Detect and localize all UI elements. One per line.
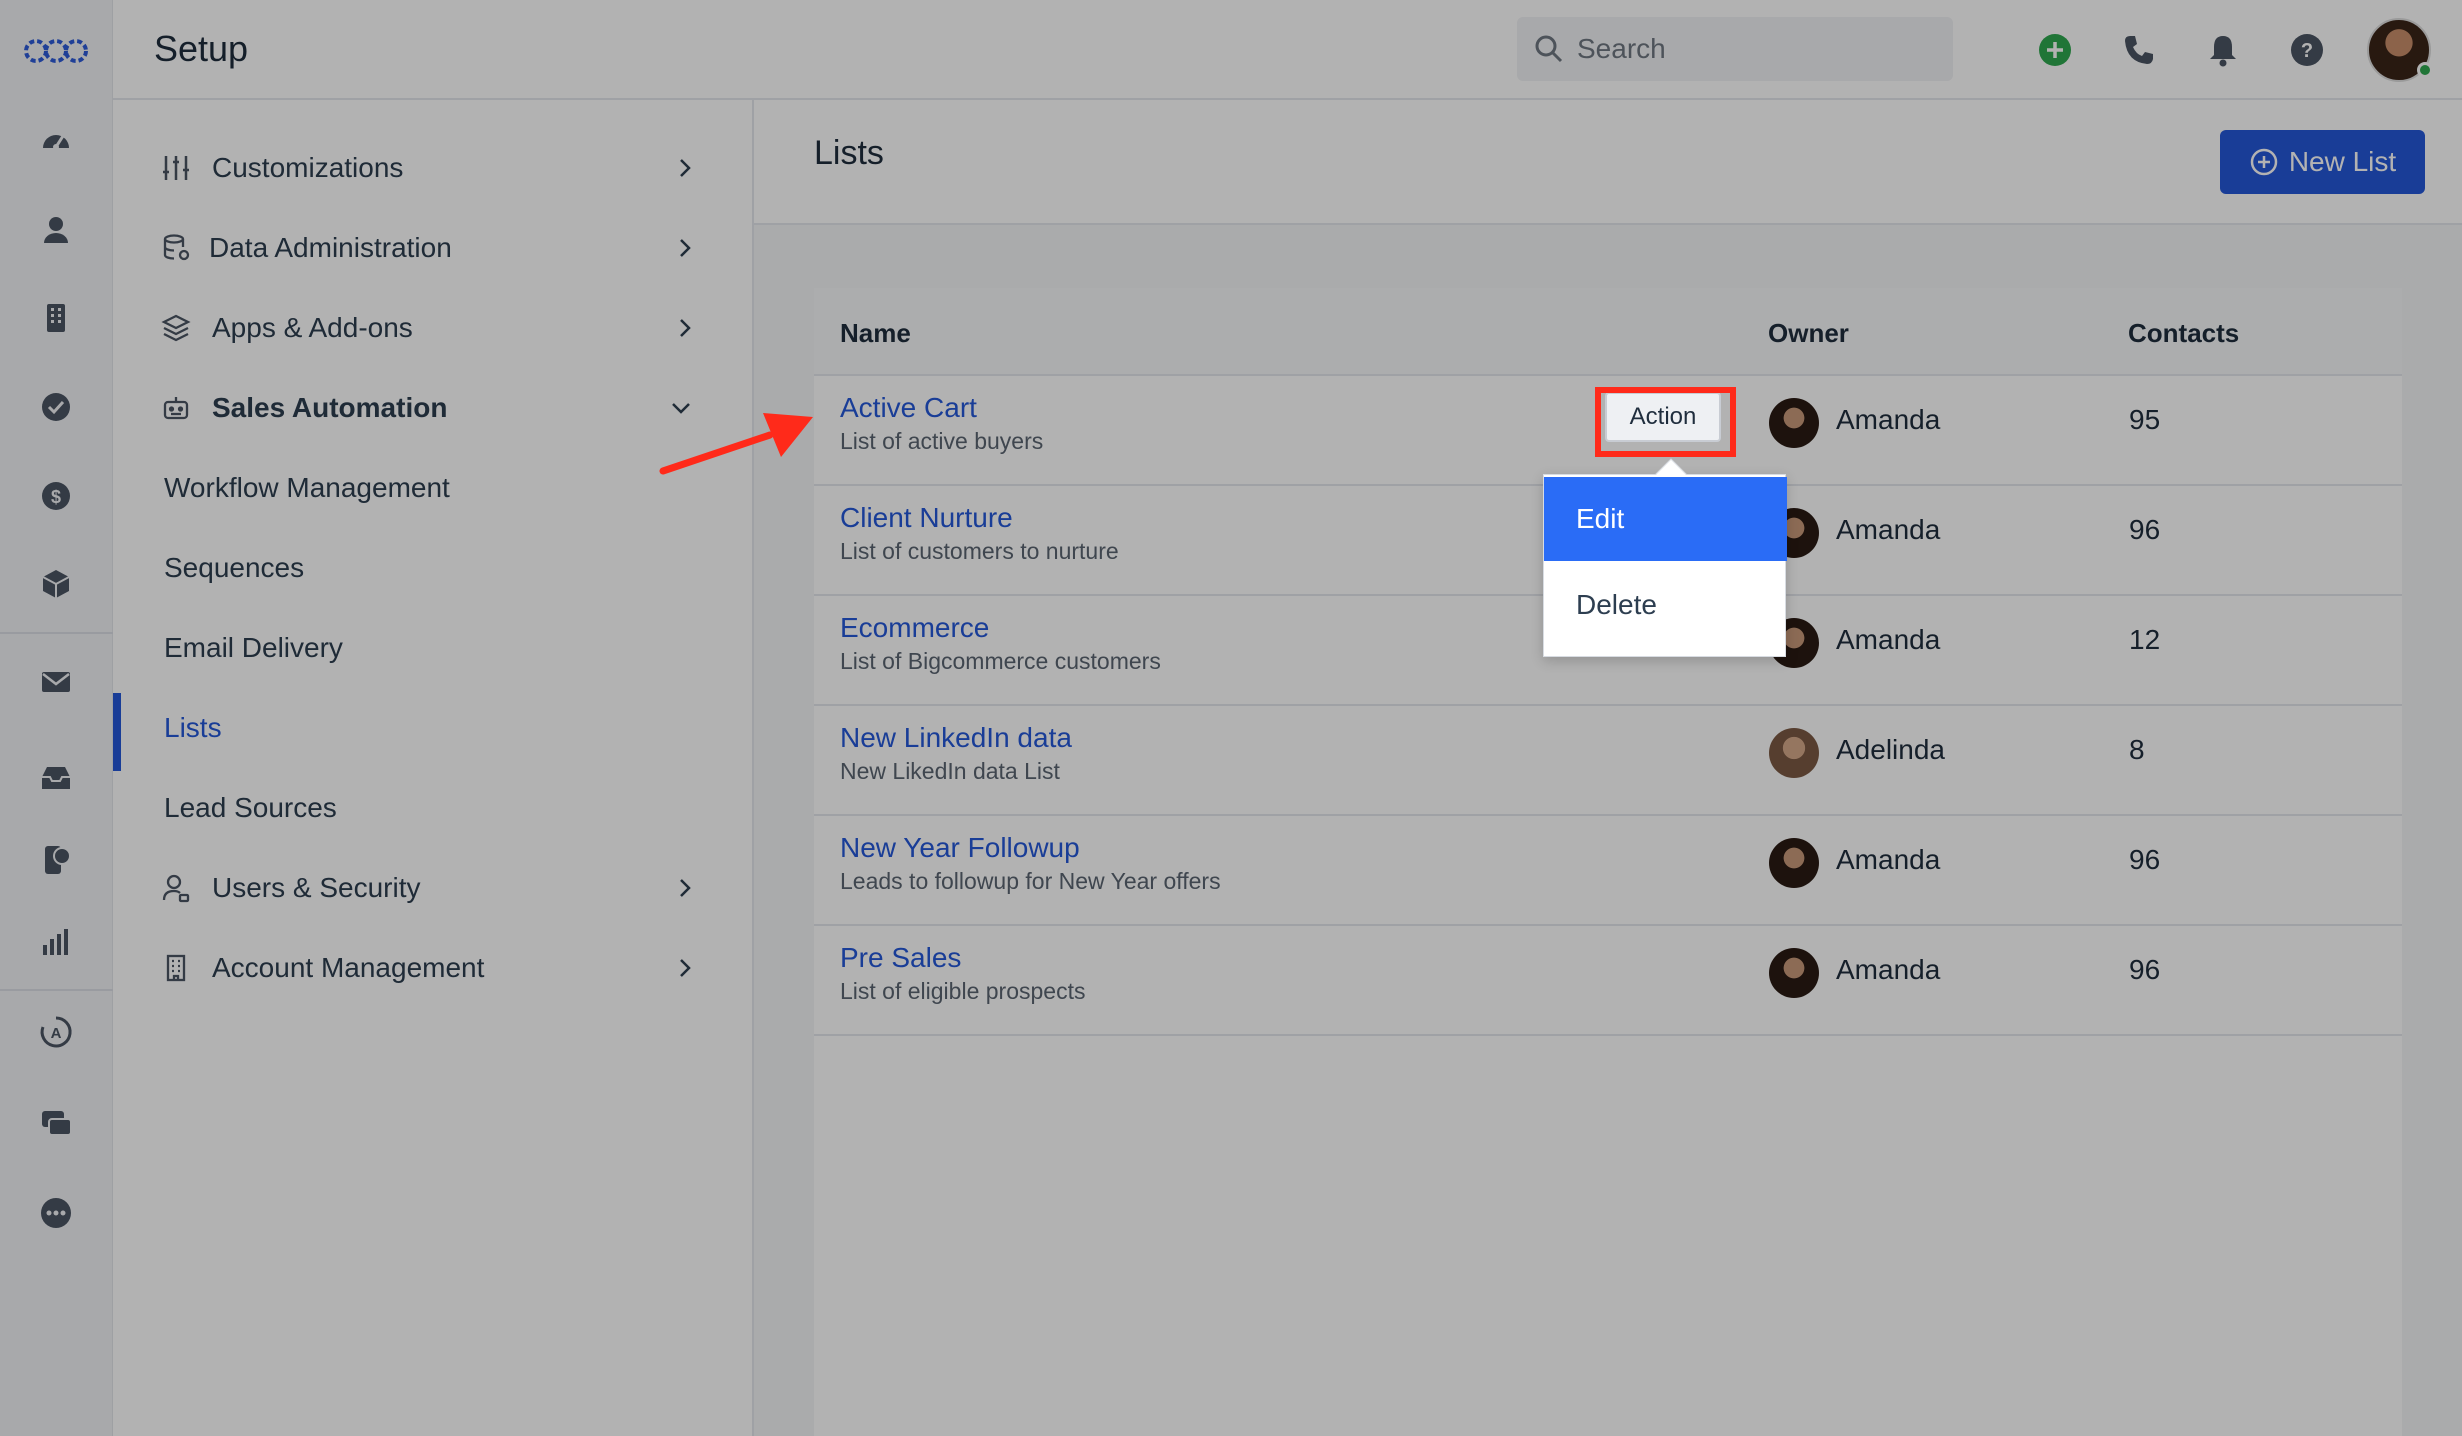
dim-overlay bbox=[0, 0, 2462, 1436]
menu-item-edit[interactable]: Edit bbox=[1544, 477, 1787, 561]
action-dropdown-menu: Edit Delete bbox=[1543, 458, 1787, 657]
highlight-box bbox=[1595, 387, 1736, 457]
pointer-arrow-icon bbox=[659, 413, 813, 475]
menu-item-delete[interactable]: Delete bbox=[1544, 563, 1787, 647]
